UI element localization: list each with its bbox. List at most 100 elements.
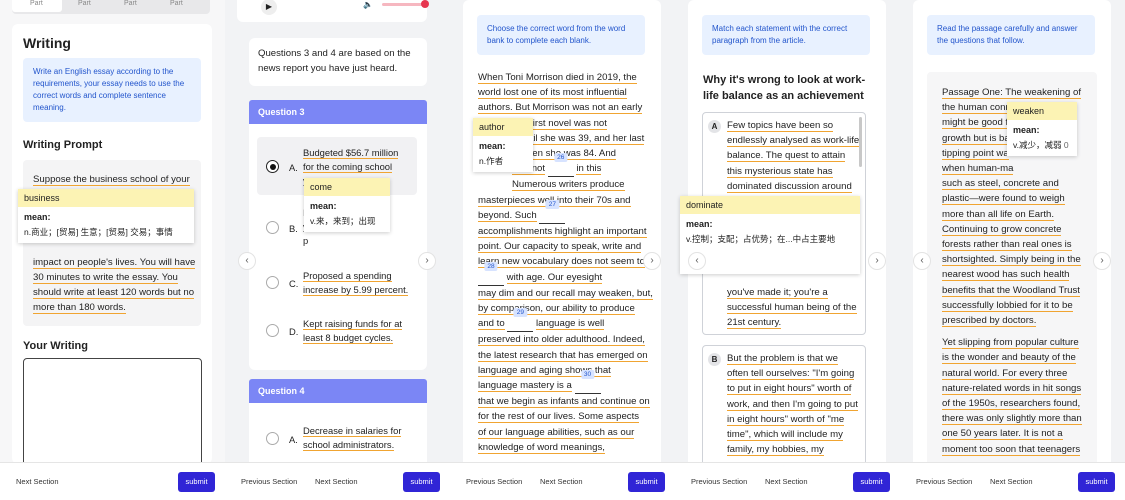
prev-arrow-icon[interactable]: ‹ — [913, 252, 931, 270]
popup-definition: v.控制；支配；占优势；在...中占主要地 — [686, 234, 836, 244]
instruction-hint: Choose the correct word from the word ba… — [477, 15, 645, 55]
option-c-radio[interactable] — [266, 276, 279, 289]
passage-line: might be good f — [942, 117, 1009, 130]
popup-meaning-label: mean: — [24, 212, 51, 222]
para-a-line: endlessly analysed as work-life — [727, 135, 860, 148]
para-b-line: often tell ourselves: "I'm going — [727, 368, 855, 381]
word-popup: come mean: v.来，来到；出现 — [304, 178, 390, 232]
option-b-radio[interactable] — [266, 221, 279, 234]
option-d-line: least 8 budget cycles. — [303, 332, 394, 344]
option-a-radio[interactable] — [266, 160, 279, 173]
passage-line: moment too soon that teenagers — [942, 443, 1081, 456]
para-b-line: work, and then I'm going to put — [727, 398, 858, 411]
question-3-card: Question 3 A. Budgeted $56.7 million for… — [249, 100, 427, 370]
prev-arrow-icon[interactable]: ‹ — [238, 252, 256, 270]
tab-part-3[interactable]: Part — [124, 0, 137, 12]
instruction-hint: Write an English essay according to the … — [23, 58, 201, 122]
your-writing-heading: Your Writing — [23, 340, 88, 352]
passage-line: one 50 years later. It is not a — [942, 428, 1063, 441]
para-b-line: time", which will include my — [727, 429, 843, 442]
passage-line: learn new vocabulary does not seem to — [478, 256, 645, 269]
word-popup: weaken mean: v.减少，减弱 0 — [1007, 102, 1077, 156]
volume-knob[interactable] — [421, 0, 429, 8]
option-d-line: Kept raising funds for at — [303, 318, 403, 330]
blank-30[interactable]: 30 — [574, 370, 601, 395]
option-a-line: for the coming school — [303, 161, 393, 173]
blank-number: 28 — [484, 261, 498, 271]
blank-28[interactable]: 28 — [478, 261, 504, 286]
audio-player: ▶ 🔈 — [237, 0, 429, 22]
intro-card: Questions 3 and 4 are based on the news … — [249, 38, 427, 86]
next-arrow-icon[interactable]: › — [868, 252, 886, 270]
prompt-line: more than 180 words. — [33, 302, 126, 314]
passage-line: there was only slightly more than — [942, 413, 1082, 426]
next-section-link[interactable]: Next Section — [8, 477, 67, 486]
submit-button[interactable]: submit — [853, 472, 890, 492]
option-d-radio[interactable] — [266, 324, 279, 337]
tab-part-4[interactable]: Part — [170, 0, 183, 12]
option-c-text[interactable]: Proposed a spending increase by 5.99 per… — [303, 269, 409, 297]
passage-line: successfully lobbied for it to be — [942, 299, 1073, 312]
passage-line: Numerous writers produce — [512, 179, 625, 192]
play-icon[interactable]: ▶ — [261, 0, 277, 15]
para-a-line: you've made it; you're a — [727, 287, 828, 299]
passage-line: of the 1950s, researchers found, — [942, 398, 1081, 411]
prev-arrow-icon[interactable]: ‹ — [688, 252, 706, 270]
next-section-link[interactable]: Next Section — [307, 477, 366, 486]
cloze-panel: Choose the correct word from the word ba… — [450, 0, 675, 462]
word-popup: author mean: n.作者 — [473, 118, 533, 172]
volume-icon[interactable]: 🔈 — [363, 0, 373, 9]
footer-bar: Previous Section Next Section submit — [675, 462, 900, 500]
passage-line: benefits that the Woodland Trust — [942, 284, 1080, 297]
passage-line: language is well — [536, 318, 605, 331]
submit-button[interactable]: submit — [1078, 472, 1115, 492]
blank-29[interactable]: 29 — [507, 308, 534, 333]
previous-section-link[interactable]: Previous Section — [233, 477, 305, 486]
passage-line: prescribed by doctors. — [942, 315, 1037, 328]
passage-line: and to — [478, 318, 505, 331]
para-b-line: in eight hours" worth of "me — [727, 413, 845, 426]
tab-part-2[interactable]: Part — [78, 0, 91, 12]
next-arrow-icon[interactable]: › — [418, 252, 436, 270]
submit-button[interactable]: submit — [178, 472, 215, 492]
passage-line: that we begin as infants and continue on — [478, 396, 650, 409]
popup-word: weaken — [1007, 102, 1077, 120]
q4-option-a-radio[interactable] — [266, 432, 279, 445]
previous-section-link[interactable]: Previous Section — [908, 477, 980, 486]
next-section-link[interactable]: Next Section — [532, 477, 591, 486]
essay-textarea[interactable] — [23, 358, 202, 462]
previous-section-link[interactable]: Previous Section — [458, 477, 530, 486]
next-arrow-icon[interactable]: › — [643, 252, 661, 270]
option-a-line: Budgeted $56.7 million — [303, 147, 399, 159]
reading-panel: Read the passage carefully and answer th… — [900, 0, 1125, 462]
popup-word: author — [473, 118, 533, 136]
q4-option-a-line: Decrease in salaries for — [303, 425, 402, 437]
para-b-line: to put in eight hours" worth of — [727, 383, 852, 396]
question-3-header: Question 3 — [249, 100, 427, 124]
next-section-link[interactable]: Next Section — [982, 477, 1041, 486]
prompt-heading: Writing Prompt — [23, 139, 103, 151]
passage-line: Yet slipping from popular culture — [942, 337, 1079, 350]
blank-27[interactable]: 27 — [539, 199, 566, 225]
submit-button[interactable]: submit — [628, 472, 665, 492]
popup-definition: v.减少，减弱 0 — [1007, 137, 1077, 156]
volume-slider[interactable] — [382, 3, 424, 6]
matching-panel: Match each statement with the correct pa… — [675, 0, 900, 462]
option-d-text[interactable]: Kept raising funds for at least 8 budget… — [303, 317, 403, 345]
popup-meaning-label: mean: — [686, 219, 713, 229]
para-a-line: this mysterious state has — [727, 165, 833, 178]
blank-26[interactable]: 26 — [547, 153, 574, 178]
submit-button[interactable]: submit — [403, 472, 440, 492]
q4-option-a-text[interactable]: Decrease in salaries for school administ… — [303, 424, 402, 452]
scrollbar[interactable] — [859, 117, 862, 167]
app-stage: Part Part Part Part Writing Write an Eng… — [0, 0, 1125, 500]
previous-section-link[interactable]: Previous Section — [683, 477, 755, 486]
question-intro: Questions 3 and 4 are based on the news … — [258, 48, 411, 75]
q4-option-a-line: school administrators. — [303, 439, 395, 451]
passage-line: the human conn — [942, 102, 1011, 115]
next-arrow-icon[interactable]: › — [1093, 252, 1111, 270]
prompt-line: impact on people's lives. You will have — [33, 257, 196, 269]
passage-line: nearest wood has such health — [942, 269, 1070, 282]
next-section-link[interactable]: Next Section — [757, 477, 816, 486]
tab-part-1[interactable]: Part — [30, 0, 43, 12]
